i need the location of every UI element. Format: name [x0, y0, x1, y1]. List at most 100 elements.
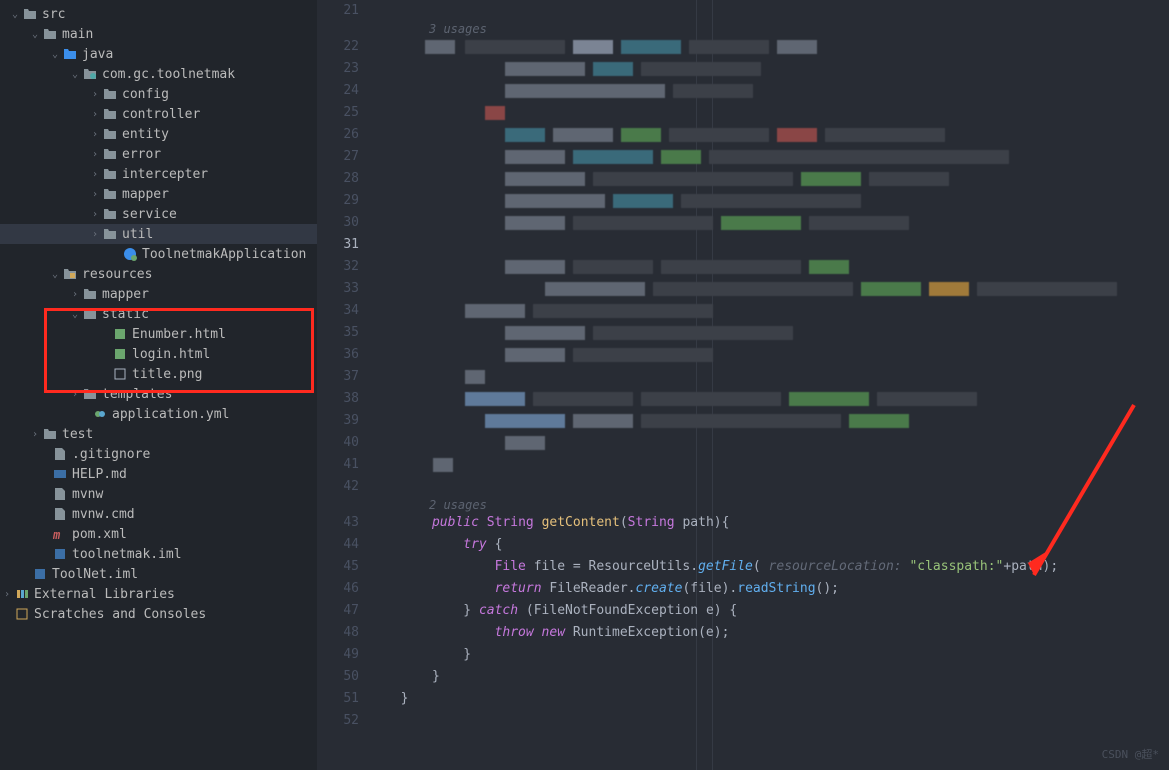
tree-node-iml2[interactable]: ›ToolNet.iml	[0, 564, 317, 584]
tree-node-package[interactable]: ⌄com.gc.toolnetmak	[0, 64, 317, 84]
code-line[interactable]: File file = ResourceUtils.getFile( resou…	[379, 556, 1169, 578]
chevron-down-icon: ⌄	[68, 309, 82, 320]
tree-node-error[interactable]: ›error	[0, 144, 317, 164]
line-gutter: 21 22 23 24 25 26 27 28 29 30 31 32 33 3…	[317, 0, 379, 770]
folder-icon	[82, 286, 98, 302]
tree-label: intercepter	[122, 167, 208, 182]
html-file-icon	[112, 326, 128, 342]
blurred-code	[379, 344, 1169, 366]
tree-label: mvnw.cmd	[72, 507, 135, 522]
folder-icon	[102, 206, 118, 222]
line-number: 41	[317, 454, 359, 476]
svg-text:m: m	[53, 528, 61, 541]
line-number: 26	[317, 124, 359, 146]
tree-node-service[interactable]: ›service	[0, 204, 317, 224]
folder-icon	[22, 6, 38, 22]
yml-file-icon	[92, 406, 108, 422]
blurred-code	[379, 36, 1169, 58]
tree-node-scratches[interactable]: ›Scratches and Consoles	[0, 604, 317, 624]
folder-icon	[62, 266, 78, 282]
tree-label: util	[122, 227, 153, 242]
tree-node-mapper[interactable]: ›mapper	[0, 184, 317, 204]
blurred-code	[379, 410, 1169, 432]
tree-node-config[interactable]: ›config	[0, 84, 317, 104]
tree-node-pom[interactable]: ›mpom.xml	[0, 524, 317, 544]
code-line[interactable]: }	[379, 644, 1169, 666]
folder-icon	[102, 226, 118, 242]
tree-label: Enumber.html	[132, 327, 226, 342]
line-number: 34	[317, 300, 359, 322]
line-number: 48	[317, 622, 359, 644]
tree-node-helpmd[interactable]: ›HELP.md	[0, 464, 317, 484]
md-file-icon	[52, 466, 68, 482]
tree-node-enumber[interactable]: ›Enumber.html	[0, 324, 317, 344]
blurred-code	[379, 212, 1169, 234]
line-number: 45	[317, 556, 359, 578]
tree-label: External Libraries	[34, 587, 175, 602]
folder-icon	[102, 106, 118, 122]
tree-node-res-mapper[interactable]: ›mapper	[0, 284, 317, 304]
line-number: 51	[317, 688, 359, 710]
folder-icon	[102, 146, 118, 162]
maven-file-icon: m	[52, 526, 68, 542]
scratches-icon	[14, 606, 30, 622]
tree-node-intercepter[interactable]: ›intercepter	[0, 164, 317, 184]
tree-label: templates	[102, 387, 172, 402]
tree-node-templates[interactable]: ›templates	[0, 384, 317, 404]
code-line[interactable]: }	[379, 666, 1169, 688]
line-number: 42	[317, 476, 359, 498]
chevron-down-icon: ⌄	[48, 269, 62, 280]
tree-label: mvnw	[72, 487, 103, 502]
blurred-code	[379, 168, 1169, 190]
file-icon	[52, 486, 68, 502]
tree-node-java[interactable]: ⌄java	[0, 44, 317, 64]
tree-node-gitignore[interactable]: ›.gitignore	[0, 444, 317, 464]
tree-label: title.png	[132, 367, 202, 382]
chevron-right-icon: ›	[0, 589, 14, 600]
line-number: 47	[317, 600, 359, 622]
project-tree[interactable]: ⌄src ⌄main ⌄java ⌄com.gc.toolnetmak ›con…	[0, 0, 317, 770]
tree-node-iml1[interactable]: ›toolnetmak.iml	[0, 544, 317, 564]
blurred-code	[379, 454, 1169, 476]
line-number: 33	[317, 278, 359, 300]
tree-node-static[interactable]: ⌄static	[0, 304, 317, 324]
tree-node-test[interactable]: ›test	[0, 424, 317, 444]
tree-node-main[interactable]: ⌄main	[0, 24, 317, 44]
blurred-code	[379, 388, 1169, 410]
tree-label: pom.xml	[72, 527, 127, 542]
html-file-icon	[112, 346, 128, 362]
chevron-down-icon: ⌄	[48, 49, 62, 60]
line-number: 24	[317, 80, 359, 102]
tree-node-app[interactable]: ›ToolnetmakApplication	[0, 244, 317, 264]
code-line[interactable]: public String getContent(String path){	[379, 512, 1169, 534]
tree-node-titlepng[interactable]: ›title.png	[0, 364, 317, 384]
tree-node-controller[interactable]: ›controller	[0, 104, 317, 124]
code-area[interactable]: 3 usages 2 usages public String get	[379, 0, 1169, 770]
tree-node-appyml[interactable]: ›application.yml	[0, 404, 317, 424]
folder-icon	[42, 426, 58, 442]
tree-node-login[interactable]: ›login.html	[0, 344, 317, 364]
chevron-right-icon: ›	[88, 209, 102, 220]
code-line[interactable]: try {	[379, 534, 1169, 556]
iml-file-icon	[32, 566, 48, 582]
line-number: 28	[317, 168, 359, 190]
chevron-right-icon: ›	[88, 149, 102, 160]
code-line[interactable]: } catch (FileNotFoundException e) {	[379, 600, 1169, 622]
tree-node-mvnw[interactable]: ›mvnw	[0, 484, 317, 504]
blurred-code	[379, 322, 1169, 344]
line-number: 25	[317, 102, 359, 124]
tree-node-entity[interactable]: ›entity	[0, 124, 317, 144]
code-editor[interactable]: 21 22 23 24 25 26 27 28 29 30 31 32 33 3…	[317, 0, 1169, 770]
line-number: 49	[317, 644, 359, 666]
tree-node-src[interactable]: ⌄src	[0, 4, 317, 24]
code-line[interactable]: throw new RuntimeException(e);	[379, 622, 1169, 644]
tree-node-resources[interactable]: ⌄ resources	[0, 264, 317, 284]
tree-label: .gitignore	[72, 447, 150, 462]
code-line[interactable]: return FileReader.create(file).readStrin…	[379, 578, 1169, 600]
tree-label: resources	[82, 267, 152, 282]
code-line[interactable]: }	[379, 688, 1169, 710]
line-number: 30	[317, 212, 359, 234]
tree-node-extlib[interactable]: › External Libraries	[0, 584, 317, 604]
tree-node-mvnwcmd[interactable]: ›mvnw.cmd	[0, 504, 317, 524]
tree-node-util[interactable]: ›util	[0, 224, 317, 244]
